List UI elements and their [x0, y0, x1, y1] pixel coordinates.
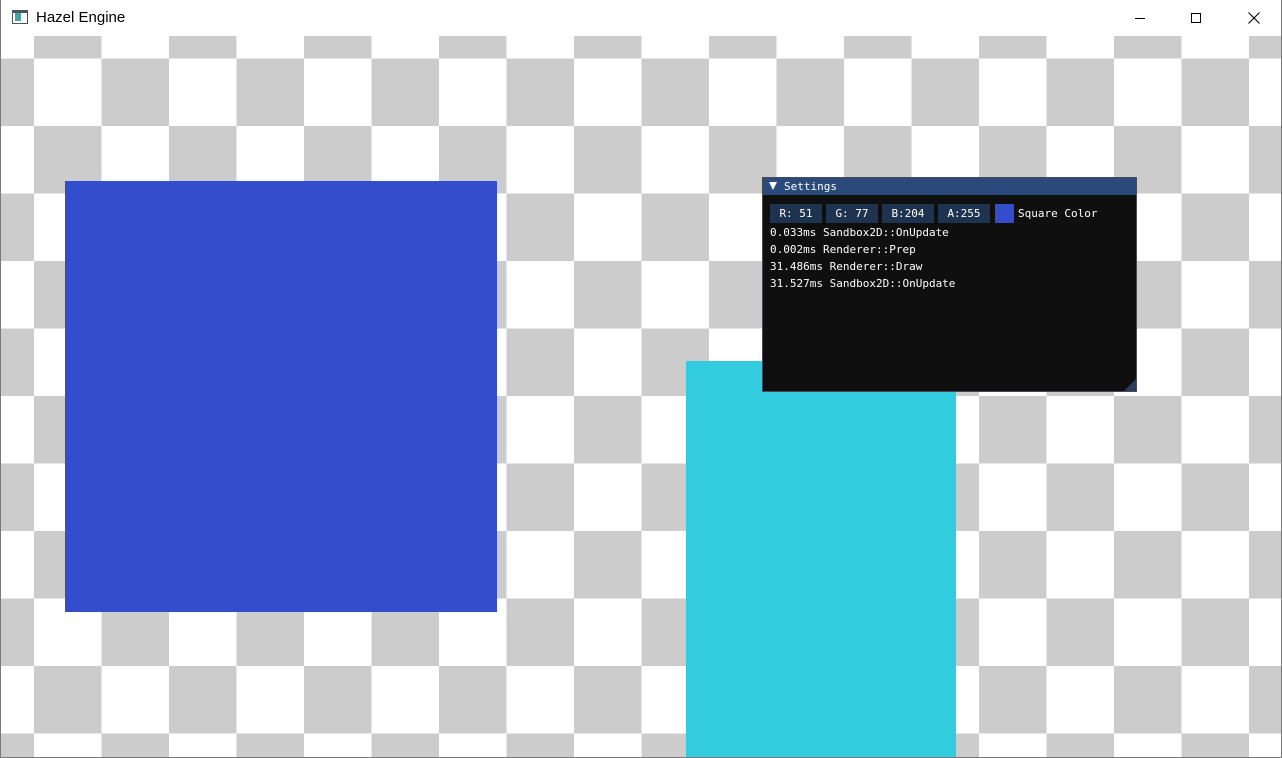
app-icon-panel — [15, 13, 21, 21]
color-b-field[interactable]: B:204 — [882, 204, 934, 223]
square-color-label: Square Color — [1018, 207, 1098, 220]
resize-grip-icon[interactable] — [1124, 379, 1136, 391]
title-bar[interactable]: Hazel Engine — [1, 0, 1281, 36]
color-g-field[interactable]: G: 77 — [826, 204, 878, 223]
minimize-icon — [1135, 17, 1145, 19]
app-window-icon — [12, 10, 28, 24]
settings-panel[interactable]: Settings R: 51 G: 77 B:204 A:255 Square … — [762, 177, 1137, 392]
render-viewport[interactable]: Settings R: 51 G: 77 B:204 A:255 Square … — [1, 36, 1281, 757]
cyan-square — [686, 361, 956, 757]
settings-title-bar[interactable]: Settings — [763, 178, 1136, 195]
triangle-down-icon[interactable] — [769, 182, 777, 190]
settings-title: Settings — [784, 180, 837, 193]
minimize-button[interactable] — [1111, 0, 1169, 36]
color-a-field[interactable]: A:255 — [938, 204, 990, 223]
window-title: Hazel Engine — [36, 9, 126, 26]
close-button[interactable] — [1225, 0, 1281, 36]
color-swatch-button[interactable] — [995, 204, 1014, 223]
close-icon — [1248, 12, 1260, 24]
color-r-field[interactable]: R: 51 — [770, 204, 822, 223]
app-window: Hazel Engine Settings R: 51 G: 77 B:204 … — [0, 0, 1282, 758]
profile-result-line: 31.486ms Renderer::Draw — [770, 260, 923, 273]
profile-result-line: 0.033ms Sandbox2D::OnUpdate — [770, 226, 949, 239]
profile-result-line: 31.527ms Sandbox2D::OnUpdate — [770, 277, 956, 290]
blue-square — [65, 181, 497, 612]
maximize-button[interactable] — [1167, 0, 1225, 36]
profile-result-line: 0.002ms Renderer::Prep — [770, 243, 916, 256]
maximize-icon — [1191, 13, 1201, 23]
